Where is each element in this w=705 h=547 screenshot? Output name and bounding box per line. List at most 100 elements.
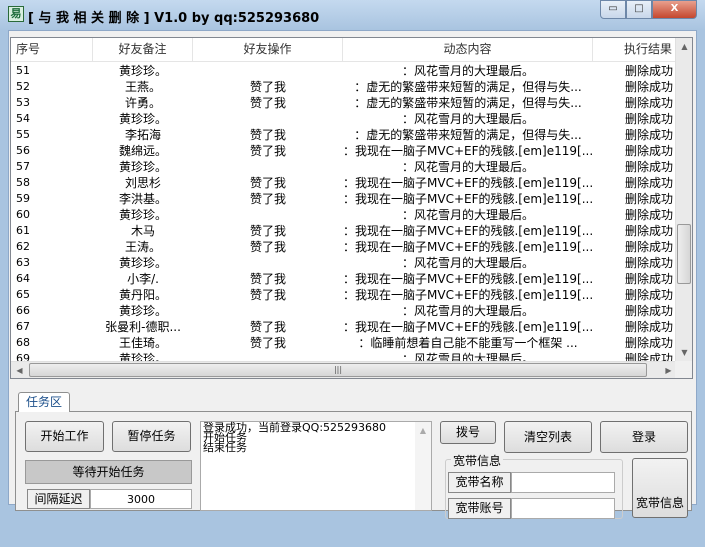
row-result: 删除成功 xyxy=(624,336,673,350)
row-content: ：我现在一脑子MVC+EF的残骸.[em]e119[... xyxy=(343,224,593,238)
table-row[interactable]: 61 木马 赞了我 ：我现在一脑子MVC+EF的残骸.[em]e119[... 删除成功 xyxy=(11,223,677,239)
row-result: 删除成功 xyxy=(624,176,673,190)
row-action: 赞了我 xyxy=(249,224,286,238)
row-result: 删除成功 xyxy=(624,208,673,222)
row-index: 57 xyxy=(16,160,30,173)
horizontal-scroll-thumb[interactable]: ||| xyxy=(29,363,647,377)
row-index: 53 xyxy=(16,96,30,109)
row-result: 删除成功 xyxy=(624,288,673,302)
table-row[interactable]: 56 魏绵远。 赞了我 ：我现在一脑子MVC+EF的残骸.[em]e119[... 删除… xyxy=(11,143,677,159)
row-content: ：我现在一脑子MVC+EF的残骸.[em]e119[... xyxy=(343,320,593,334)
row-index: 51 xyxy=(16,64,30,77)
row-remark: 王佳琦。 xyxy=(118,336,167,350)
tab-task-area[interactable]: 任务区 xyxy=(18,392,70,412)
row-result: 删除成功 xyxy=(624,304,673,318)
row-content: ：我现在一脑子MVC+EF的残骸.[em]e119[... xyxy=(343,272,593,286)
row-action xyxy=(193,111,343,127)
column-header-result[interactable]: 执行结果 xyxy=(593,38,677,61)
column-header-content[interactable]: 动态内容 xyxy=(343,38,593,61)
table-row[interactable]: 55 李拓海 赞了我 ：虚无的繁盛带来短暂的满足，但得与失... 删除成功 xyxy=(11,127,677,143)
table-row[interactable]: 66 黄珍珍。 ：风花雪月的大理最后。 删除成功 xyxy=(11,303,677,319)
interval-input[interactable]: 3000 xyxy=(90,489,192,509)
column-header-index[interactable]: 序号 xyxy=(11,38,93,61)
row-remark: 刘思杉 xyxy=(124,176,161,190)
row-remark: 李拓海 xyxy=(124,128,161,142)
row-remark: 李洪基。 xyxy=(118,192,167,206)
row-remark: 王涛。 xyxy=(124,240,161,254)
login-button[interactable]: 登录 xyxy=(600,421,688,453)
row-index: 54 xyxy=(16,112,30,125)
row-index: 67 xyxy=(16,320,30,333)
row-action xyxy=(193,159,343,175)
row-remark: 许勇。 xyxy=(124,96,161,110)
broadband-group-title: 宽带信息 xyxy=(451,452,504,469)
row-index: 60 xyxy=(16,208,30,221)
row-index: 56 xyxy=(16,144,30,157)
row-remark: 魏绵远。 xyxy=(118,144,167,158)
row-action xyxy=(193,63,343,79)
table-row[interactable]: 62 王涛。 赞了我 ：我现在一脑子MVC+EF的残骸.[em]e119[... 删除成… xyxy=(11,239,677,255)
row-action: 赞了我 xyxy=(249,240,286,254)
table-row[interactable]: 52 王燕。 赞了我 ：虚无的繁盛带来短暂的满足，但得与失... 删除成功 xyxy=(11,79,677,95)
table-row[interactable]: 60 黄珍珍。 ：风花雪月的大理最后。 删除成功 xyxy=(11,207,677,223)
minimize-button[interactable]: ▭ xyxy=(600,0,626,19)
table-row[interactable]: 63 黄珍珍。 ：风花雪月的大理最后。 删除成功 xyxy=(11,255,677,271)
vertical-scroll-thumb[interactable] xyxy=(677,224,691,284)
row-remark: 木马 xyxy=(130,224,155,238)
broadband-info-button[interactable]: 宽带信息 xyxy=(632,458,688,518)
table-row[interactable]: 65 黄丹阳。 赞了我 ：我现在一脑子MVC+EF的残骸.[em]e119[... 删除… xyxy=(11,287,677,303)
row-action: 赞了我 xyxy=(249,176,286,190)
broadband-name-input[interactable] xyxy=(511,472,615,493)
table-row[interactable]: 64 小李/. 赞了我 ：我现在一脑子MVC+EF的残骸.[em]e119[... 删除… xyxy=(11,271,677,287)
column-header-remark[interactable]: 好友备注 xyxy=(93,38,193,61)
row-content: ：我现在一脑子MVC+EF的残骸.[em]e119[... xyxy=(343,240,593,254)
scroll-down-icon[interactable]: ▼ xyxy=(676,344,692,361)
row-remark: 黄珍珍。 xyxy=(118,160,167,174)
row-content: ：我现在一脑子MVC+EF的残骸.[em]e119[... xyxy=(343,176,593,190)
broadband-name-label: 宽带名称 xyxy=(448,472,511,493)
clear-list-button[interactable]: 清空列表 xyxy=(504,421,592,453)
log-textarea[interactable]: 登录成功，当前登录QQ:525293680 开始任务 结束任务 ▲ xyxy=(200,421,432,511)
start-work-button[interactable]: 开始工作 xyxy=(25,421,104,452)
log-line: 结束任务 xyxy=(203,441,247,454)
row-index: 58 xyxy=(16,176,30,189)
row-result: 删除成功 xyxy=(624,160,673,174)
horizontal-scrollbar[interactable]: ◀ ||| ▶ xyxy=(11,361,677,378)
row-content: ：风花雪月的大理最后。 xyxy=(401,160,534,174)
row-index: 66 xyxy=(16,304,30,317)
scroll-up-icon[interactable]: ▲ xyxy=(676,38,692,55)
row-result: 删除成功 xyxy=(624,128,673,142)
table-row[interactable]: 53 许勇。 赞了我 ：虚无的繁盛带来短暂的满足，但得与失... 删除成功 xyxy=(11,95,677,111)
scroll-left-icon[interactable]: ◀ xyxy=(11,362,28,378)
row-content: ：我现在一脑子MVC+EF的残骸.[em]e119[... xyxy=(343,144,593,158)
row-remark: 黄珍珍。 xyxy=(118,256,167,270)
log-scrollbar[interactable]: ▲ xyxy=(415,422,431,510)
row-result: 删除成功 xyxy=(624,240,673,254)
table-row[interactable]: 54 黄珍珍。 ：风花雪月的大理最后。 删除成功 xyxy=(11,111,677,127)
vertical-scrollbar[interactable]: ▲ ▼ xyxy=(675,38,692,361)
maximize-button[interactable]: □ xyxy=(626,0,652,19)
row-content: ：我现在一脑子MVC+EF的残骸.[em]e119[... xyxy=(343,288,593,302)
table-row[interactable]: 59 李洪基。 赞了我 ：我现在一脑子MVC+EF的残骸.[em]e119[... 删除… xyxy=(11,191,677,207)
row-content: ：风花雪月的大理最后。 xyxy=(401,208,534,222)
row-remark: 黄珍珍。 xyxy=(118,64,167,78)
table-row[interactable]: 58 刘思杉 赞了我 ：我现在一脑子MVC+EF的残骸.[em]e119[... 删除成… xyxy=(11,175,677,191)
row-content: ：风花雪月的大理最后。 xyxy=(401,304,534,318)
row-content: ：临睡前想着自己能不能重写一个框架 ... xyxy=(358,336,578,350)
row-content: ：风花雪月的大理最后。 xyxy=(401,64,534,78)
row-index: 64 xyxy=(16,272,30,285)
friend-list[interactable]: 序号 好友备注 好友操作 动态内容 执行结果 51 黄珍珍。 ：风花雪月的大理最后。… xyxy=(10,37,693,379)
row-remark: 黄丹阳。 xyxy=(118,288,167,302)
row-remark: 张曼利-德职... xyxy=(105,320,181,334)
close-button[interactable]: X xyxy=(652,0,697,19)
table-row[interactable]: 67 张曼利-德职... 赞了我 ：我现在一脑子MVC+EF的残骸.[em]e119[… xyxy=(11,319,677,335)
broadband-account-input[interactable] xyxy=(511,498,615,519)
pause-task-button[interactable]: 暂停任务 xyxy=(112,421,191,452)
row-index: 62 xyxy=(16,240,30,253)
table-row[interactable]: 68 王佳琦。 赞了我 ：临睡前想着自己能不能重写一个框架 ... 删除成功 xyxy=(11,335,677,351)
row-remark: 黄珍珍。 xyxy=(118,112,167,126)
table-row[interactable]: 57 黄珍珍。 ：风花雪月的大理最后。 删除成功 xyxy=(11,159,677,175)
table-row[interactable]: 51 黄珍珍。 ：风花雪月的大理最后。 删除成功 xyxy=(11,63,677,79)
column-header-action[interactable]: 好友操作 xyxy=(193,38,343,61)
dial-button[interactable]: 拨号 xyxy=(440,421,496,444)
